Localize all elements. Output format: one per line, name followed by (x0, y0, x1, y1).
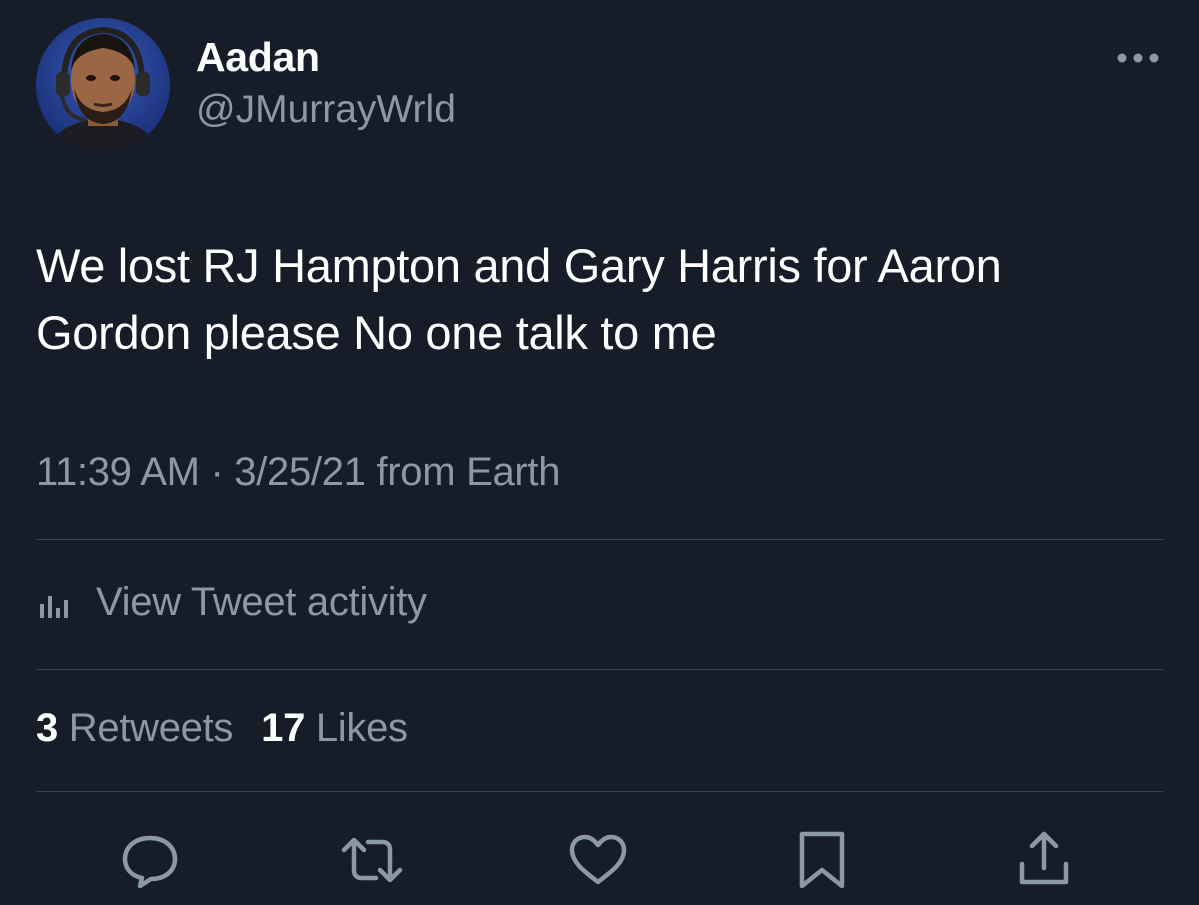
tweet-stats: 3 Retweets 17 Likes (36, 706, 436, 751)
view-tweet-activity-label: View Tweet activity (96, 579, 427, 624)
avatar-image (36, 18, 170, 152)
like-icon[interactable] (566, 828, 630, 892)
retweets-stat[interactable]: 3 Retweets (36, 706, 233, 751)
likes-label: Likes (315, 706, 408, 750)
tweet-timestamp[interactable]: 11:39 AM · 3/25/21 from Earth (36, 450, 560, 495)
retweets-label: Retweets (68, 706, 234, 750)
tweet-text: We lost RJ Hampton and Gary Harris for A… (36, 239, 1002, 359)
divider (36, 669, 1163, 670)
author-handle[interactable]: @JMurrayWrld (196, 88, 456, 132)
more-options-icon[interactable] (1114, 46, 1162, 70)
avatar[interactable] (36, 18, 170, 152)
likes-stat[interactable]: 17 Likes (261, 706, 408, 751)
analytics-icon (40, 596, 68, 618)
divider (36, 539, 1163, 540)
tweet-detail: Aadan @JMurrayWrld We lost RJ Hampton an… (0, 0, 1199, 905)
retweets-count: 3 (36, 706, 58, 750)
divider (36, 791, 1163, 792)
view-tweet-activity-button[interactable]: View Tweet activity (36, 574, 427, 630)
author-display-name[interactable]: Aadan (196, 34, 320, 81)
likes-count: 17 (261, 706, 306, 750)
retweet-icon[interactable] (340, 828, 404, 892)
bookmark-icon[interactable] (790, 828, 854, 892)
share-icon[interactable] (1012, 828, 1076, 892)
reply-icon[interactable] (118, 828, 182, 892)
